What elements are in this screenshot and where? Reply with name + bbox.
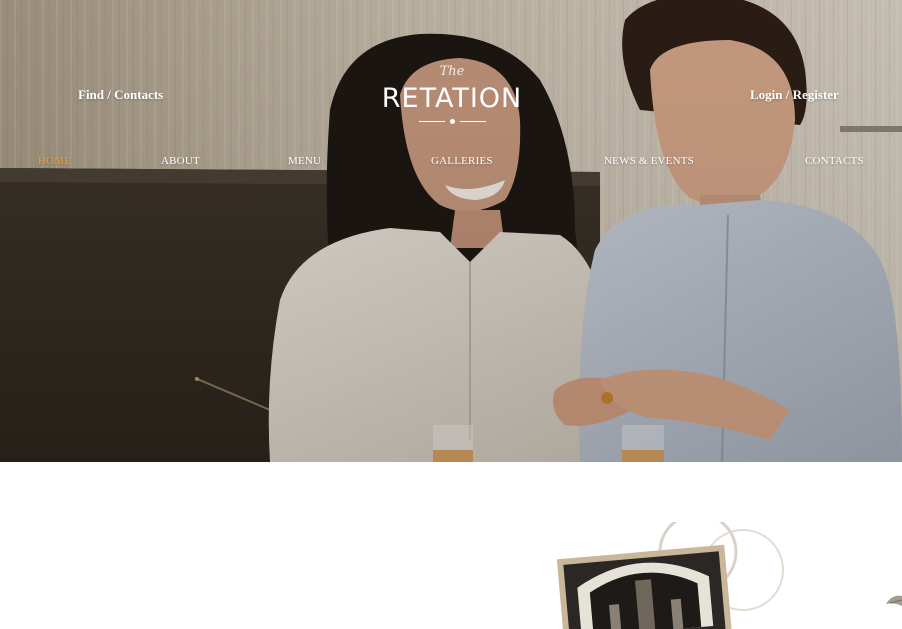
logo-divider <box>419 119 486 125</box>
nav-galleries[interactable]: GALLERIES <box>431 155 493 167</box>
nav-about[interactable]: ABOUT <box>161 155 200 167</box>
nav-news-events[interactable]: NEWS & EVENTS <box>604 155 694 167</box>
hero-banner: Find / Contacts The RETATION Login / Reg… <box>0 0 902 462</box>
content-section <box>0 462 902 629</box>
logo-name: RETATION <box>381 83 523 114</box>
nav-contacts[interactable]: CONTACTS <box>805 155 864 167</box>
nav-menu[interactable]: MENU <box>288 155 321 167</box>
vintage-photo-decoration <box>556 522 784 629</box>
site-logo[interactable]: The RETATION <box>376 62 528 130</box>
find-contacts-link[interactable]: Find / Contacts <box>78 87 163 103</box>
login-register-link[interactable]: Login / Register <box>750 87 839 103</box>
logo-small-text: The <box>439 64 465 79</box>
nav-home[interactable]: HOME <box>38 155 71 167</box>
edge-decoration <box>886 595 902 606</box>
